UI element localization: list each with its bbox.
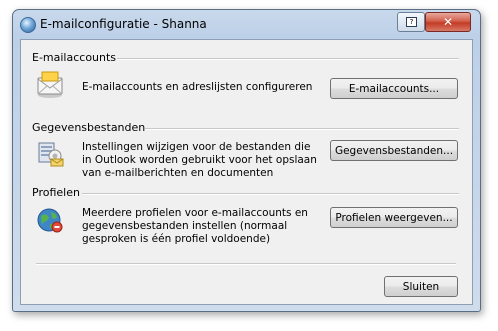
profiles-icon [37, 208, 63, 233]
email-accounts-button[interactable]: E-mailaccounts... [330, 78, 458, 99]
data-files-icon [38, 142, 64, 167]
title-bar[interactable]: E-mailconfiguratie - Shanna ? ✕ [13, 10, 480, 38]
data-files-description: Instellingen wijzigen voor de bestanden … [82, 141, 317, 179]
profiles-description: Meerdere profielen voor e-mailaccounts e… [82, 207, 308, 245]
section-header-profiles: Profielen [32, 186, 80, 199]
footer-separator [36, 263, 456, 265]
help-icon: ? [406, 17, 417, 27]
section-divider [145, 128, 459, 130]
mail-envelope-icon [37, 71, 63, 98]
mail-app-icon [20, 17, 36, 33]
data-files-button[interactable]: Gegevensbestanden... [330, 140, 458, 161]
close-window-button[interactable]: ✕ [425, 12, 471, 32]
show-profiles-button[interactable]: Profielen weergeven... [330, 207, 458, 228]
dialog-content: E-mailaccounts E-mailaccounts en adresli… [20, 39, 473, 305]
window-title: E-mailconfiguratie - Shanna [40, 17, 207, 31]
section-header-email-accounts: E-mailaccounts [32, 51, 117, 64]
section-divider [117, 58, 459, 60]
email-accounts-description: E-mailaccounts en adreslijsten configure… [82, 81, 313, 93]
close-button[interactable]: Sluiten [384, 276, 458, 297]
section-header-data-files: Gegevensbestanden [32, 121, 146, 134]
section-divider [82, 193, 459, 195]
close-icon: ✕ [442, 15, 454, 29]
help-button[interactable]: ? [397, 12, 425, 32]
mail-setup-dialog: E-mailconfiguratie - Shanna ? ✕ E-mailac… [12, 9, 481, 312]
